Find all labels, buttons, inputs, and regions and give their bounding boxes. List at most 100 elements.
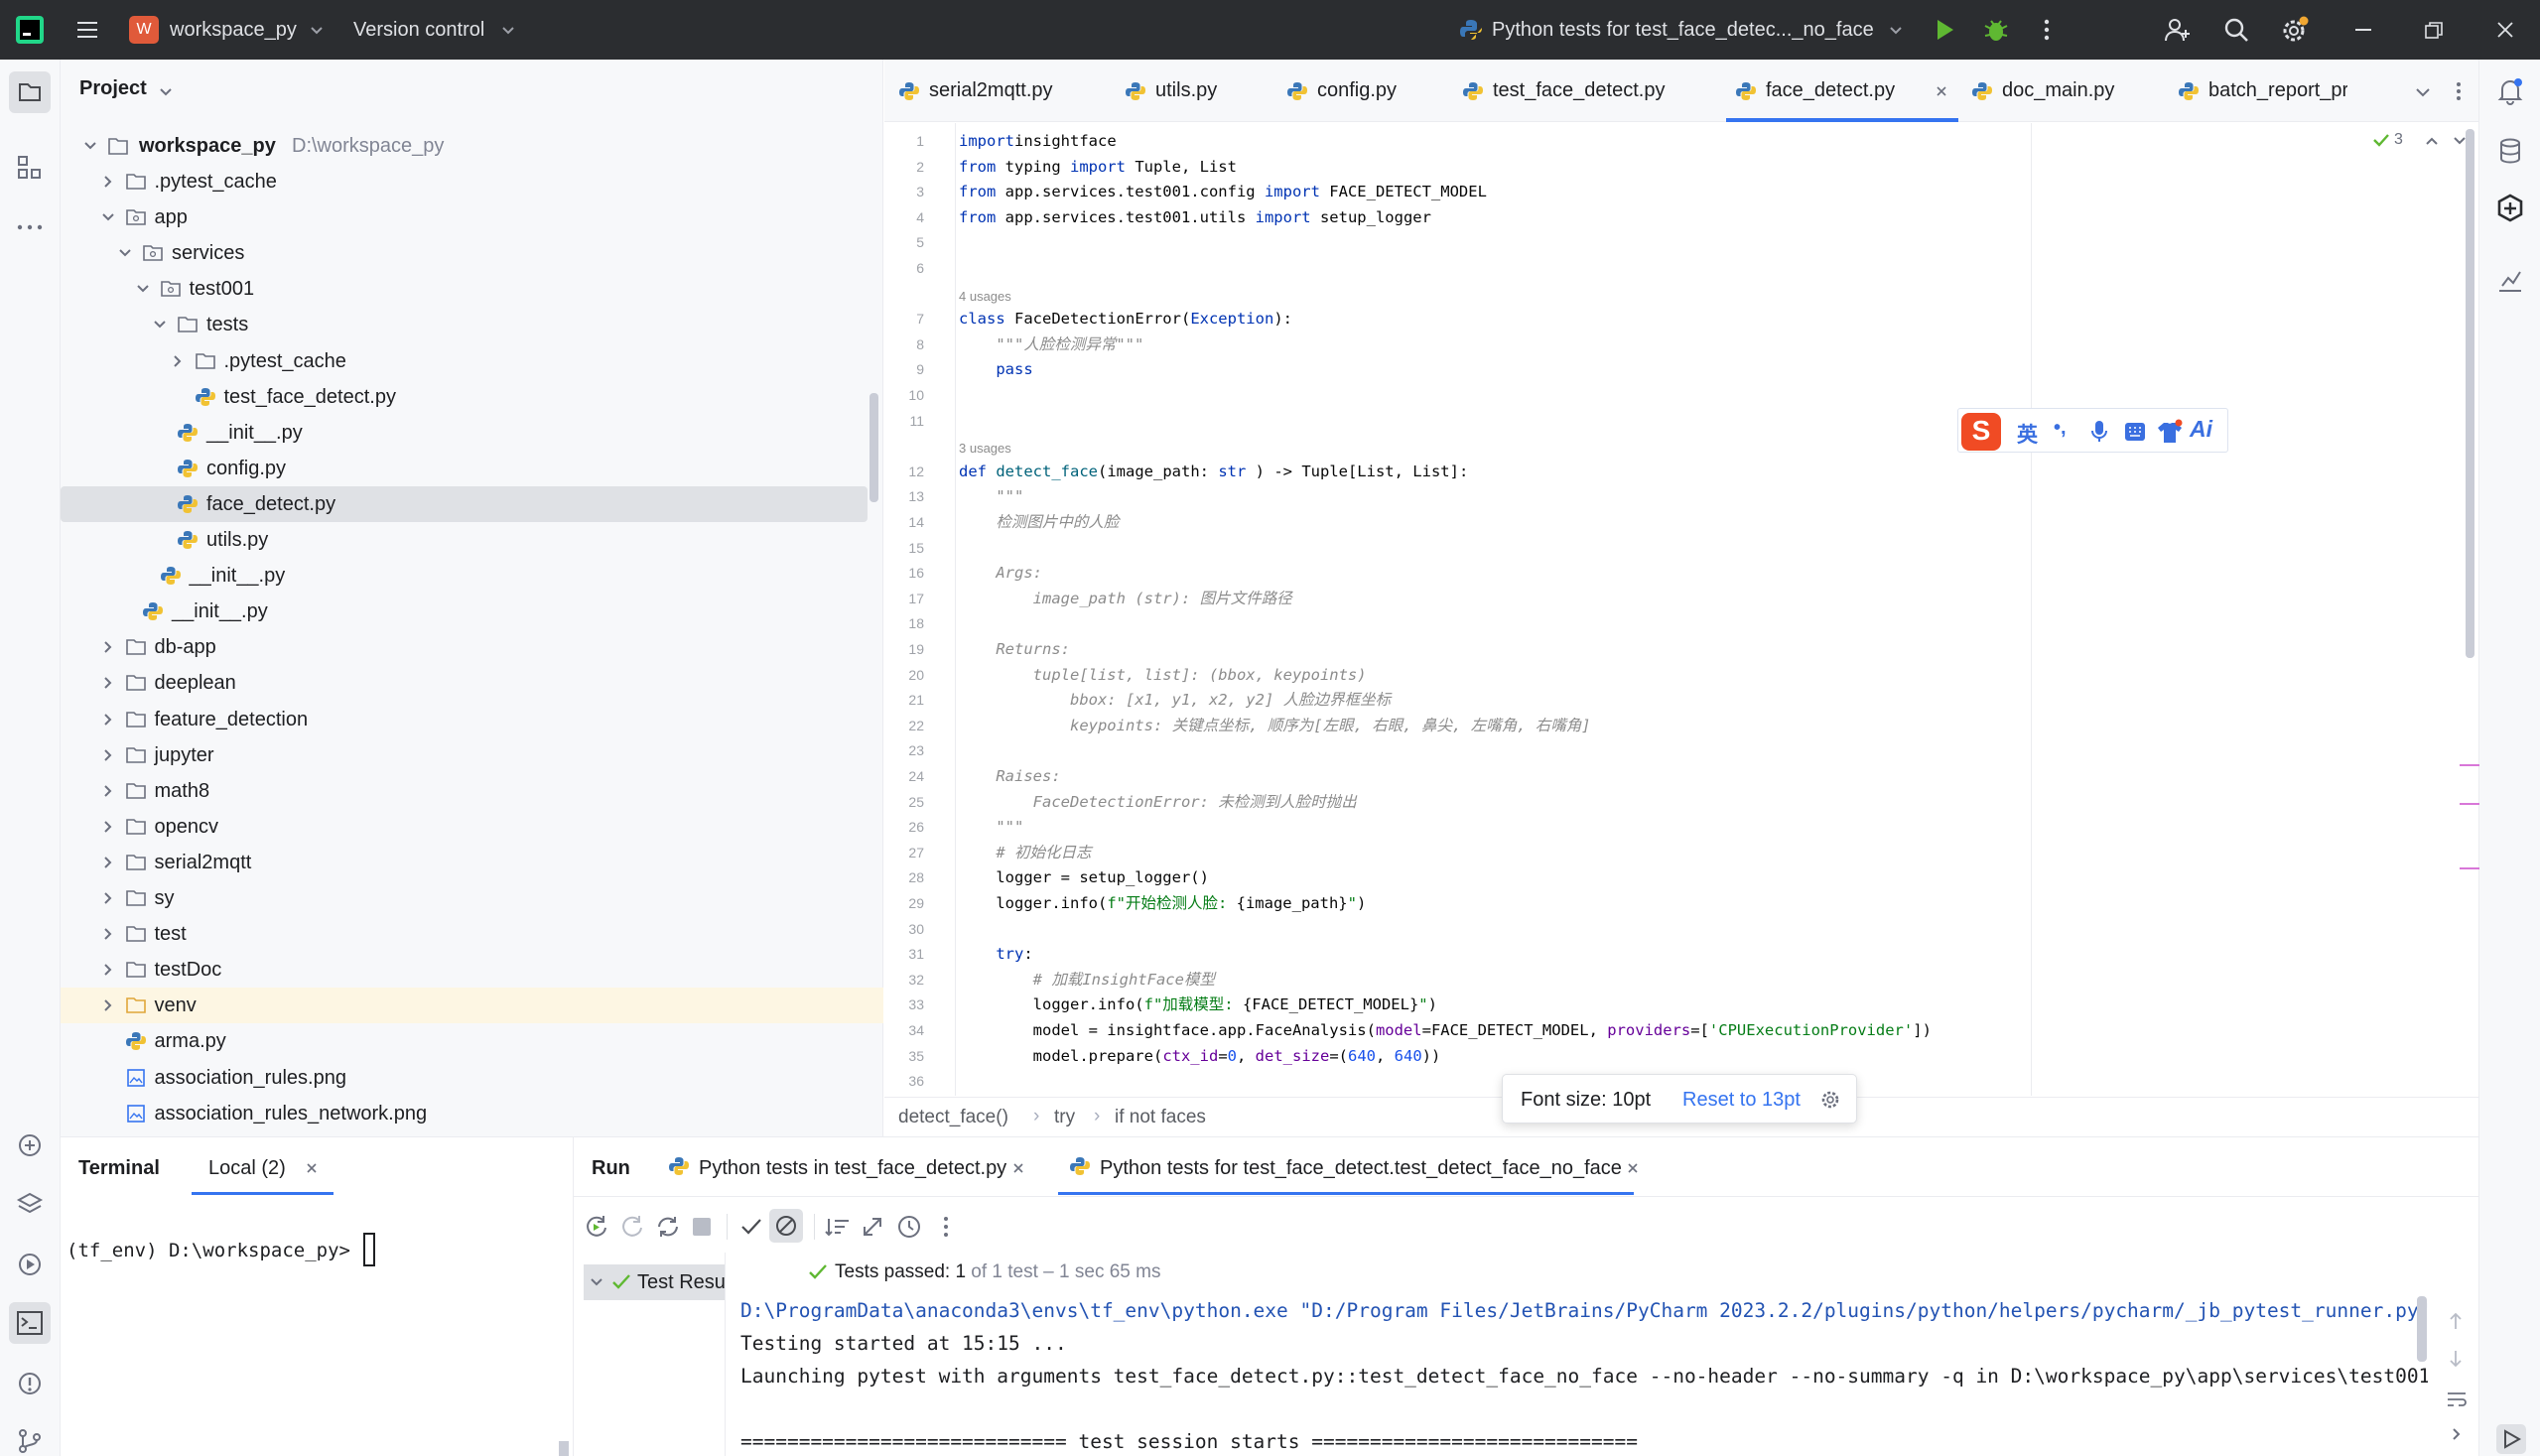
skin-icon[interactable] — [2157, 419, 2183, 445]
editor-tab[interactable]: batch_report_proce — [2179, 60, 2347, 122]
chevron-right-icon[interactable] — [100, 997, 116, 1013]
ime-punctuation[interactable]: •, — [2054, 417, 2067, 440]
tree-item[interactable]: deeplean — [61, 665, 883, 701]
project-badge[interactable]: W — [129, 16, 159, 44]
tree-item[interactable]: .pytest_cache — [61, 164, 883, 199]
tree-item[interactable]: jupyter — [61, 737, 883, 773]
chevron-right-icon[interactable] — [100, 962, 116, 978]
ai-assistant-icon[interactable] — [2494, 193, 2526, 224]
tree-item[interactable]: services — [61, 235, 883, 271]
stop-icon[interactable] — [693, 1218, 711, 1236]
services-icon[interactable] — [16, 1251, 44, 1278]
more-tools-icon[interactable] — [16, 213, 44, 241]
chevron-down-icon[interactable] — [117, 245, 133, 261]
usages-hint[interactable]: 4 usages — [959, 284, 1011, 309]
rerun-icon[interactable] — [584, 1214, 609, 1240]
chevron-right-icon[interactable] — [100, 855, 116, 870]
test-tree-root[interactable]: Test Results — [584, 1264, 725, 1300]
problems-icon[interactable] — [16, 1370, 44, 1397]
chevron-down-icon[interactable] — [2453, 134, 2467, 148]
project-tool-button[interactable] — [9, 71, 51, 113]
chevron-down-icon[interactable] — [310, 24, 324, 38]
layers-icon[interactable] — [16, 1191, 44, 1219]
tree-item[interactable]: association_rules_network.png — [61, 1096, 883, 1131]
debug-icon[interactable] — [1982, 16, 2010, 44]
tree-item[interactable]: test001 — [61, 271, 883, 307]
close-icon[interactable] — [1011, 1161, 1025, 1175]
run-tool-button[interactable] — [2496, 1424, 2526, 1454]
tree-item[interactable]: test_face_detect.py — [61, 379, 883, 415]
run-console-output[interactable]: D:\ProgramData\anaconda3\envs\tf_env\pyt… — [733, 1299, 2428, 1456]
chevron-down-icon[interactable] — [135, 281, 151, 297]
breadcrumb-try[interactable]: try — [1054, 1107, 1075, 1128]
tree-item[interactable]: serial2mqtt — [61, 845, 883, 880]
close-icon[interactable] — [305, 1161, 319, 1175]
main-menu-icon[interactable] — [75, 18, 99, 42]
tree-item[interactable]: __init__.py — [61, 594, 883, 629]
rerun-failed-icon[interactable] — [619, 1214, 645, 1240]
tree-item[interactable]: __init__.py — [61, 558, 883, 594]
chevron-right-icon[interactable] — [100, 819, 116, 835]
run-icon[interactable] — [1932, 17, 1957, 43]
add-user-icon[interactable] — [2164, 16, 2192, 44]
project-scrollbar[interactable] — [869, 393, 878, 502]
more-actions-icon[interactable] — [2035, 18, 2059, 42]
sort-icon[interactable] — [825, 1215, 851, 1239]
chevron-right-icon[interactable] — [100, 675, 116, 691]
chevron-down-icon[interactable] — [152, 317, 168, 332]
tree-item[interactable]: arma.py — [61, 1023, 883, 1059]
notifications-icon[interactable] — [2496, 77, 2524, 105]
database-icon[interactable] — [2496, 137, 2524, 165]
tree-item[interactable]: opencv — [61, 809, 883, 845]
pycharm-logo-icon[interactable] — [16, 16, 44, 44]
settings-icon[interactable] — [2280, 16, 2310, 46]
tree-item[interactable]: feature_detection — [61, 702, 883, 737]
chevron-up-icon[interactable] — [2425, 134, 2439, 148]
chevron-down-icon[interactable] — [82, 138, 98, 154]
chevron-right-icon[interactable] — [100, 712, 116, 728]
tree-item[interactable]: sy — [61, 880, 883, 916]
inspection-widget[interactable]: 3 — [2372, 131, 2403, 149]
run-console-scrollbar[interactable] — [2417, 1296, 2427, 1362]
tab-more-icon[interactable] — [2451, 81, 2467, 101]
keyboard-icon[interactable] — [2124, 422, 2146, 442]
chevron-right-icon[interactable] — [170, 353, 186, 369]
chevron-down-icon[interactable] — [1889, 24, 1903, 38]
code-editor[interactable]: importinsightface from typing import Tupl… — [959, 123, 2477, 1096]
tree-item[interactable]: utils.py — [61, 522, 883, 558]
chevron-right-icon[interactable] — [100, 639, 116, 655]
tree-item[interactable]: .pytest_cache — [61, 343, 883, 379]
chevron-right-icon[interactable] — [100, 890, 116, 906]
chevron-right-icon[interactable] — [100, 926, 116, 942]
tree-root-workspace[interactable]: workspace_py D:\workspace_py — [61, 128, 883, 164]
git-icon[interactable] — [16, 1427, 44, 1455]
terminal-tool-button[interactable] — [9, 1302, 51, 1344]
terminal-prompt[interactable]: (tf_env) D:\workspace_py> — [67, 1240, 350, 1261]
tree-item[interactable]: test — [61, 916, 883, 952]
terminal-tab-local[interactable]: Local (2) — [208, 1157, 286, 1180]
chevron-right-icon[interactable] — [100, 174, 116, 190]
chevron-right-icon[interactable] — [100, 783, 116, 799]
soft-wrap-icon[interactable] — [2446, 1390, 2468, 1409]
breadcrumb-if[interactable]: if not faces — [1115, 1107, 1206, 1128]
show-ignored-icon[interactable] — [769, 1209, 803, 1243]
sogou-logo-icon[interactable]: S — [1961, 413, 2001, 451]
project-panel-title[interactable]: Project — [79, 77, 147, 100]
history-icon[interactable] — [896, 1214, 922, 1240]
run-config-selector[interactable]: Python tests for test_face_detec..._no_f… — [1492, 0, 1874, 60]
chevron-down-icon[interactable] — [590, 1275, 603, 1289]
ime-language[interactable]: 英 — [2017, 419, 2038, 449]
gear-icon[interactable] — [1819, 1089, 1841, 1111]
structure-icon[interactable] — [16, 154, 44, 182]
usages-hint[interactable]: 3 usages — [959, 436, 1011, 461]
chevron-down-icon[interactable] — [159, 85, 173, 99]
tree-item[interactable]: __init__.py — [61, 415, 883, 451]
toggle-auto-test-icon[interactable] — [655, 1214, 681, 1240]
python-packages-icon[interactable] — [16, 1131, 44, 1159]
version-control-menu[interactable]: Version control — [353, 0, 484, 60]
tree-item[interactable]: config.py — [61, 451, 883, 486]
chevron-right-icon[interactable] — [2450, 1427, 2464, 1441]
restore-icon[interactable] — [2425, 22, 2443, 40]
chevron-down-icon[interactable] — [501, 24, 515, 38]
close-icon[interactable] — [1626, 1161, 1640, 1175]
